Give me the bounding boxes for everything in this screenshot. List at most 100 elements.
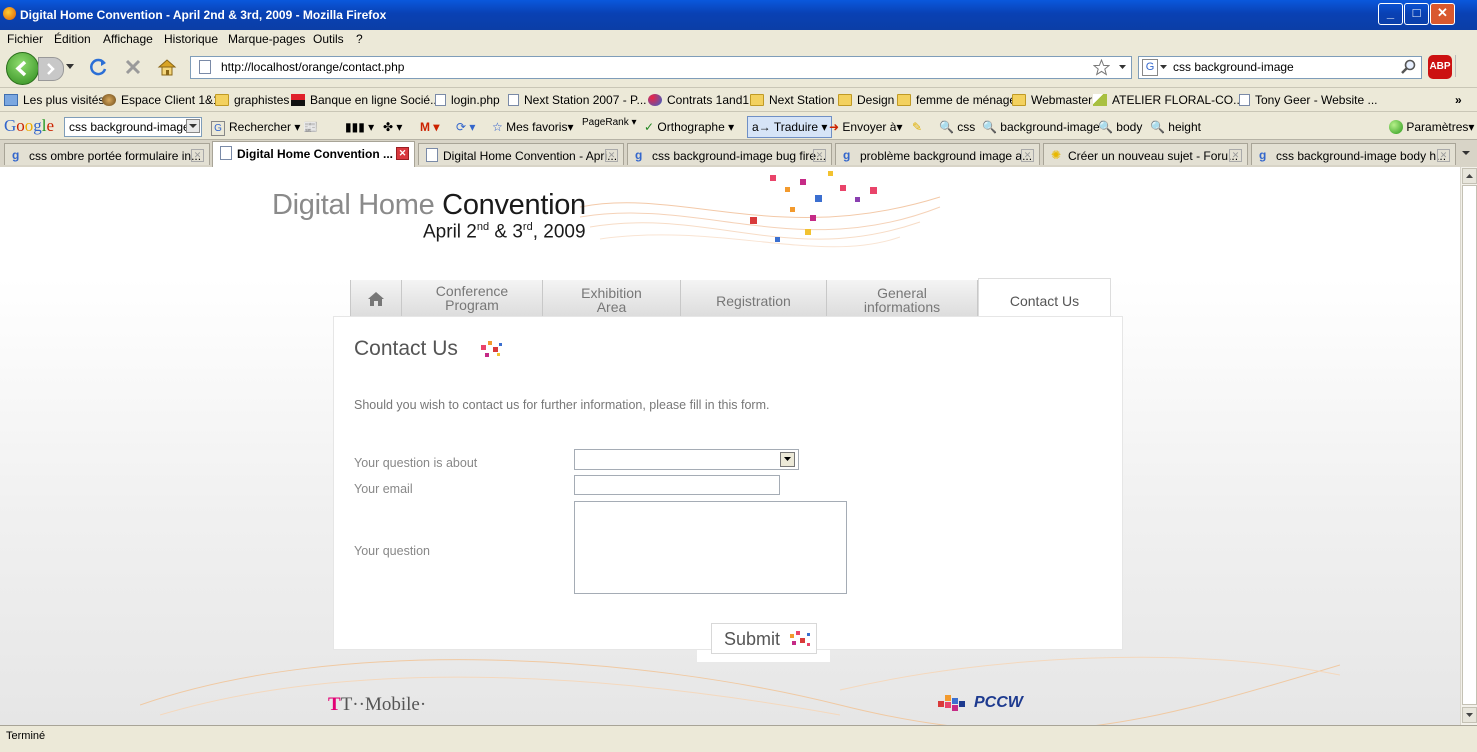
folder-icon — [1012, 94, 1026, 106]
scroll-down-button[interactable] — [1462, 707, 1477, 723]
bookmark-tony-geer[interactable]: Tony Geer - Website ... — [1239, 93, 1378, 107]
question-textarea[interactable] — [574, 501, 847, 594]
tab-close-icon[interactable]: ✕ — [813, 149, 826, 162]
label-email: Your email — [354, 482, 413, 496]
scroll-thumb[interactable] — [1462, 185, 1477, 705]
google-search-input[interactable]: css background-image — [64, 117, 202, 137]
tab-close-icon[interactable]: ✕ — [1437, 149, 1450, 162]
bookmark-design[interactable]: Design — [838, 93, 894, 107]
select-dropdown-button[interactable] — [780, 452, 795, 467]
status-green-icon — [1389, 120, 1403, 134]
google-search-dropdown[interactable] — [186, 119, 200, 133]
bookmark-login[interactable]: login.php — [435, 93, 500, 107]
tab-css-ombre[interactable]: g css ombre portée formulaire in... ✕ — [4, 143, 210, 165]
search-box[interactable]: G css background-image — [1138, 56, 1422, 79]
minimize-button[interactable]: _ — [1378, 3, 1403, 25]
vertical-scrollbar[interactable] — [1460, 167, 1477, 725]
magnifier-icon: 🔍 — [1150, 120, 1165, 134]
google-engine-icon[interactable]: G — [1142, 59, 1158, 76]
google-rechercher-button[interactable]: G Rechercher ▾ — [211, 120, 300, 136]
nav-exhibition-area[interactable]: Exhibition Area — [543, 280, 681, 317]
stop-icon[interactable] — [124, 58, 142, 76]
url-dropdown-icon[interactable] — [1119, 65, 1126, 70]
google-favorites-button[interactable]: ☆ Mes favoris▾ — [492, 120, 574, 134]
gmail-icon[interactable]: M ▾ — [420, 120, 439, 134]
nav-general-informations[interactable]: General informations — [827, 280, 978, 317]
search-term-height[interactable]: 🔍 height — [1150, 120, 1201, 134]
nav-registration[interactable]: Registration — [681, 280, 827, 317]
question-about-select[interactable] — [574, 449, 799, 470]
nav-home[interactable] — [350, 280, 402, 317]
news-icon[interactable]: 📰 — [303, 120, 318, 134]
smart-folder-icon — [4, 94, 18, 106]
toolbar-overflow[interactable] — [1455, 55, 1472, 77]
bookmark-banque[interactable]: Banque en ligne Socié... — [291, 93, 440, 107]
tab-list-button[interactable] — [1459, 146, 1473, 162]
search-term-background-image[interactable]: 🔍 background-image — [982, 120, 1100, 134]
pagerank-indicator[interactable]: PageRank ▾ — [582, 117, 637, 128]
google-logo[interactable]: Google — [4, 116, 54, 136]
nav-contact-us[interactable]: Contact Us — [978, 278, 1111, 318]
tab-creer-sujet[interactable]: ✺ Créer un nouveau sujet - Foru... ✕ — [1043, 143, 1248, 165]
home-icon[interactable] — [157, 57, 177, 77]
tab-close-icon[interactable]: ✕ — [396, 147, 409, 160]
adblock-button[interactable]: ABP — [1428, 55, 1452, 79]
magnifier-icon: 🔍 — [1098, 120, 1113, 134]
maximize-button[interactable]: □ — [1404, 3, 1429, 25]
bookmark-espace-client[interactable]: Espace Client 1&1 — [102, 93, 220, 107]
url-bar[interactable]: http://localhost/orange/contact.php — [190, 56, 1132, 79]
search-text[interactable]: css background-image — [1173, 60, 1294, 74]
site-brand-title[interactable]: Digital Home Convention — [272, 189, 586, 222]
bookmarks-overflow-chevron[interactable]: » — [1455, 93, 1462, 107]
share-icon[interactable]: ⟳ ▾ — [456, 120, 475, 134]
tab-close-icon[interactable]: ✕ — [1021, 149, 1034, 162]
tab-close-icon[interactable]: ✕ — [191, 149, 204, 162]
engine-dropdown-icon[interactable] — [1160, 65, 1167, 70]
tab-digital-home[interactable]: Digital Home Convention - Apri... ✕ — [418, 143, 624, 165]
tab-css-body[interactable]: g css background-image body h... ✕ — [1251, 143, 1456, 165]
menu-fichier[interactable]: Fichier — [7, 32, 43, 46]
forward-arrow-icon — [47, 63, 55, 75]
orthographe-button[interactable]: ✓ Orthographe ▾ — [644, 120, 734, 134]
envoyer-button[interactable]: ➜ Envoyer à▾ — [829, 120, 902, 134]
menu-marque-pages[interactable]: Marque-pages — [228, 32, 305, 46]
site-event-date: April 2nd & 3rd, 2009 — [423, 221, 586, 243]
menu-outils[interactable]: Outils — [313, 32, 344, 46]
bookmark-most-visited[interactable]: Les plus visités — [4, 93, 104, 107]
puzzle-icon[interactable]: ✤ ▾ — [383, 120, 402, 134]
highlighter-icon[interactable]: ✎ — [912, 120, 922, 134]
bookmark-webmaster[interactable]: Webmaster — [1012, 93, 1092, 107]
menu-affichage[interactable]: Affichage — [103, 32, 153, 46]
tab-digital-home-active[interactable]: Digital Home Convention ... ✕ — [212, 141, 415, 167]
search-go-icon[interactable] — [1401, 59, 1417, 75]
bookmark-atelier-floral[interactable]: ATELIER FLORAL-CO... — [1093, 93, 1243, 107]
forward-button[interactable] — [38, 57, 64, 81]
reload-icon[interactable] — [89, 57, 109, 77]
tab-probleme-background[interactable]: g problème background image a... ✕ — [835, 143, 1040, 165]
bookmark-femme-de-menage[interactable]: femme de ménage — [897, 93, 1016, 107]
bookmark-star-icon[interactable] — [1093, 59, 1110, 76]
history-dropdown-icon[interactable] — [66, 64, 74, 70]
menu-edition[interactable]: Édition — [54, 32, 91, 46]
menu-historique[interactable]: Historique — [164, 32, 218, 46]
tab-css-bug[interactable]: g css background-image bug fire... ✕ — [627, 143, 832, 165]
search-term-css[interactable]: 🔍 css — [939, 120, 975, 134]
bookmark-next-station-2007[interactable]: Next Station 2007 - P... — [508, 93, 647, 107]
scroll-up-button[interactable] — [1462, 168, 1477, 184]
bookmark-next-station[interactable]: Next Station — [750, 93, 834, 107]
search-term-body[interactable]: 🔍 body — [1098, 120, 1142, 134]
tmobile-logo[interactable]: TT··Mobile· — [328, 694, 426, 716]
barcode-icon[interactable]: ▮▮▮ ▾ — [345, 120, 374, 134]
menu-help[interactable]: ? — [356, 32, 363, 46]
nav-conference-program[interactable]: Conference Program — [402, 280, 543, 317]
bookmark-graphistes[interactable]: graphistes — [215, 93, 289, 107]
url-text[interactable]: http://localhost/orange/contact.php — [221, 60, 404, 74]
tab-close-icon[interactable]: ✕ — [605, 149, 618, 162]
bookmark-contrats[interactable]: Contrats 1and1 — [648, 93, 749, 107]
tab-close-icon[interactable]: ✕ — [1229, 149, 1242, 162]
email-field[interactable] — [574, 475, 780, 495]
parametres-button[interactable]: Paramètres▾ — [1389, 120, 1474, 134]
close-window-button[interactable]: ✕ — [1430, 3, 1455, 25]
back-button[interactable] — [6, 52, 39, 85]
traduire-button[interactable]: a→ Traduire ▾ — [747, 116, 833, 138]
